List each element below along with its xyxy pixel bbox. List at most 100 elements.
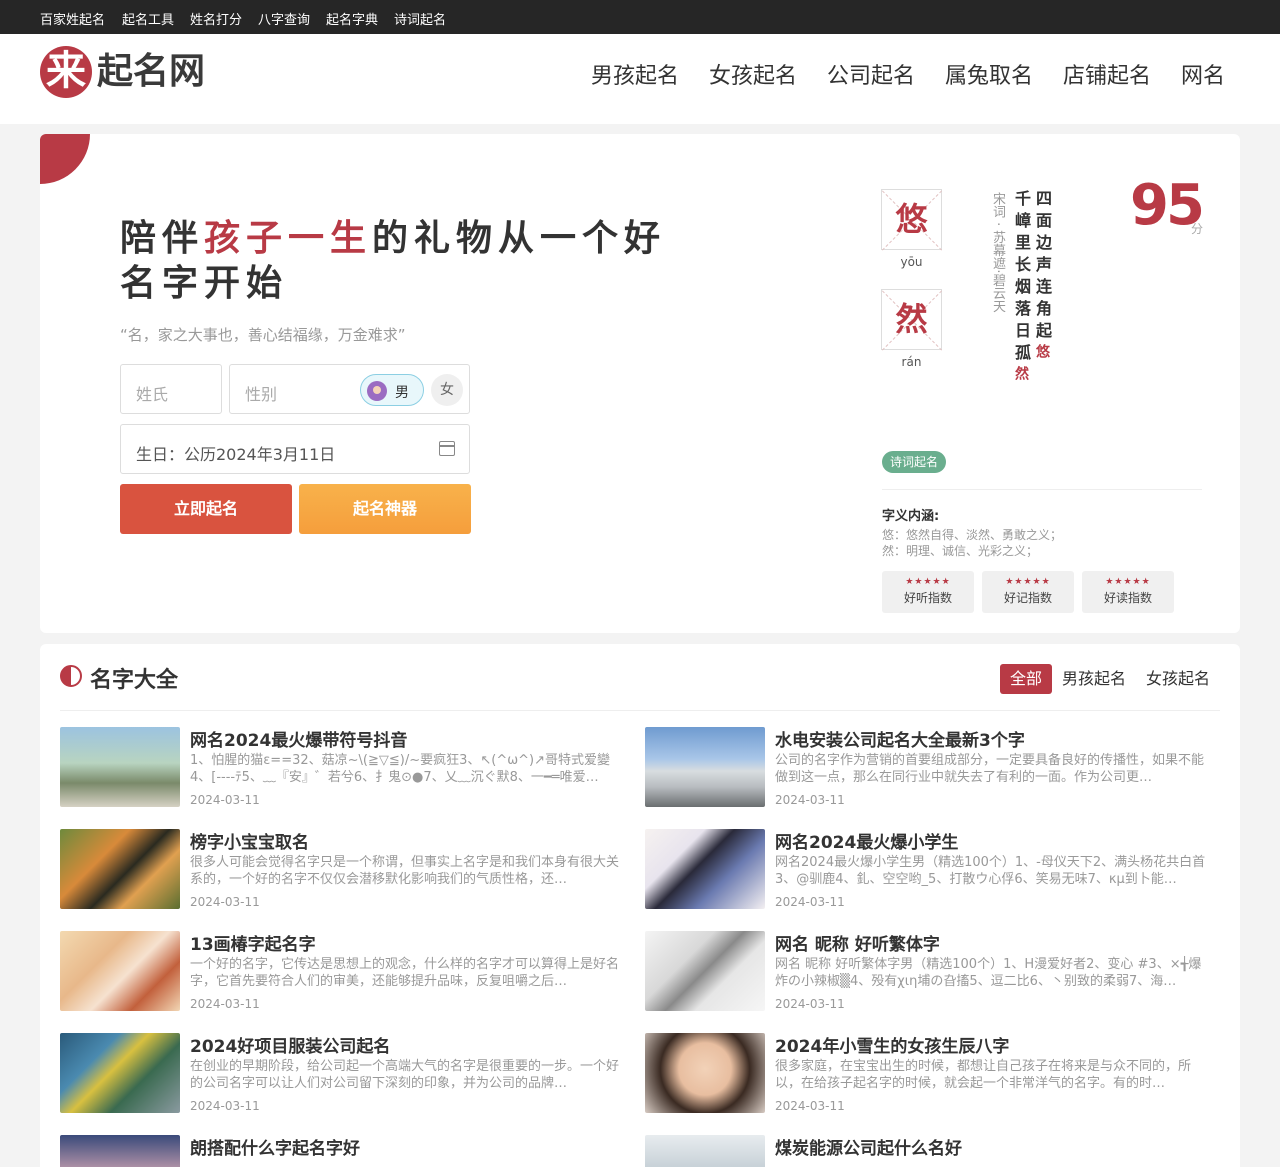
list-item[interactable]: 朗搭配什么字起名字好 xyxy=(60,1135,630,1167)
yin-yang-icon xyxy=(60,665,82,687)
surname-placeholder: 姓氏 xyxy=(136,385,169,404)
poem-author: 宋词 · 苏幕遮·碧云天 xyxy=(990,192,1005,313)
article-date: 2024-03-11 xyxy=(775,793,845,807)
nav-girl-naming[interactable]: 女孩起名 xyxy=(709,66,797,88)
index-badge: ★★★★★ 好记指数 xyxy=(982,571,1074,613)
top-link-naming-tools[interactable]: 起名工具 xyxy=(122,9,174,28)
tab-girl[interactable]: 女孩起名 xyxy=(1146,664,1210,694)
article-summary: 很多家庭，在宝宝出生的时候，都想让自己孩子在将来是与众不同的，所以，在给孩子起名… xyxy=(775,1059,1192,1091)
top-link-surname-naming[interactable]: 百家姓起名 xyxy=(40,9,105,28)
article-thumbnail[interactable] xyxy=(645,1033,765,1113)
list-item[interactable]: 2024年小雪生的女孩生辰八字 很多家庭，在宝宝出生的时候，都想让自己孩子在将来… xyxy=(645,1033,1215,1113)
article-title[interactable]: 网名 昵称 好听繁体字 xyxy=(775,930,1215,955)
poem-line: 千嶂里长烟落日孤然 xyxy=(1012,190,1031,386)
article-summary: 很多人可能会觉得名字只是一个称谓，但事实上名字是和我们本身有很大关系的，一个好的… xyxy=(190,855,620,887)
article-date: 2024-03-11 xyxy=(190,793,260,807)
name-pinyin: yōu xyxy=(900,255,923,269)
male-label: 男 xyxy=(395,385,409,401)
names-section: 名字大全 全部 男孩起名 女孩起名 网名2024最火爆带符号抖音 1、怕腥的猫ε… xyxy=(40,644,1240,1167)
star-rating: ★★★★★ xyxy=(1105,577,1151,587)
article-date: 2024-03-11 xyxy=(775,895,845,909)
article-thumbnail[interactable] xyxy=(645,829,765,909)
nav-company-naming[interactable]: 公司起名 xyxy=(827,66,915,88)
poetry-naming-tag[interactable]: 诗词起名 xyxy=(882,451,947,473)
divider xyxy=(60,710,1220,711)
list-item[interactable]: 网名 昵称 好听繁体字 网名 昵称 好听繁体字男（精选100个）1、H漫爱好者2… xyxy=(645,931,1215,1011)
top-bar: 百家姓起名 起名工具 姓名打分 八字查询 起名字典 诗词起名 xyxy=(0,0,1280,34)
article-title[interactable]: 水电安装公司起名大全最新3个字 xyxy=(775,726,1215,751)
name-char-box: 悠 xyxy=(881,189,942,250)
name-pinyin: rán xyxy=(901,355,922,369)
star-rating: ★★★★★ xyxy=(1005,577,1051,587)
article-thumbnail[interactable] xyxy=(60,829,180,909)
article-title[interactable]: 煤炭能源公司起什么名好 xyxy=(775,1134,1215,1159)
article-title[interactable]: 网名2024最火爆小学生 xyxy=(775,828,1215,853)
article-title[interactable]: 2024年小雪生的女孩生辰八字 xyxy=(775,1032,1215,1057)
name-char-box: 然 xyxy=(881,289,942,350)
gender-placeholder: 性别 xyxy=(245,385,278,404)
star-rating: ★★★★★ xyxy=(905,577,951,587)
surname-input[interactable]: 姓氏 xyxy=(120,364,222,414)
article-title[interactable]: 2024好项目服装公司起名 xyxy=(190,1032,630,1057)
divider xyxy=(882,489,1202,490)
hero-title: 陪伴孩子一生的礼物从一个好名字开始 xyxy=(120,218,667,304)
article-thumbnail[interactable] xyxy=(60,931,180,1011)
top-link-bazi[interactable]: 八字查询 xyxy=(258,9,310,28)
index-badge: ★★★★★ 好听指数 xyxy=(882,571,974,613)
article-date: 2024-03-11 xyxy=(190,997,260,1011)
list-item[interactable]: 网名2024最火爆小学生 网名2024最火爆小学生男（精选100个）1、-母仪天… xyxy=(645,829,1215,909)
nav-boy-naming[interactable]: 男孩起名 xyxy=(591,66,679,88)
tab-boy[interactable]: 男孩起名 xyxy=(1062,664,1126,694)
male-avatar-icon xyxy=(367,381,387,401)
meaning-title: 字义内涵: xyxy=(882,509,940,524)
gender-field: 性别 男 女 xyxy=(229,364,470,414)
article-title[interactable]: 榜字小宝宝取名 xyxy=(190,828,630,853)
logo-text[interactable]: 起名网 xyxy=(97,54,205,90)
top-link-poetry-naming[interactable]: 诗词起名 xyxy=(394,9,446,28)
article-summary: 在创业的早期阶段，给公司起一个高端大气的名字是很重要的一步。一个好的公司名字可以… xyxy=(190,1059,620,1091)
article-date: 2024-03-11 xyxy=(190,1099,260,1113)
article-thumbnail[interactable] xyxy=(645,931,765,1011)
article-summary: 一个好的名字，它传达是思想上的观念，什么样的名字才可以算得上是好名字，它首先要符… xyxy=(190,957,620,989)
article-date: 2024-03-11 xyxy=(775,997,845,1011)
gender-male-option[interactable]: 男 xyxy=(360,374,424,406)
article-thumbnail[interactable] xyxy=(60,1135,180,1167)
article-summary: 公司的名字作为营销的首要组成部分，一定要具备良好的传播性，如果不能做到这一点，那… xyxy=(775,753,1205,785)
tab-all[interactable]: 全部 xyxy=(1000,664,1053,694)
top-link-dictionary[interactable]: 起名字典 xyxy=(326,9,378,28)
nav-rabbit-naming[interactable]: 属兔取名 xyxy=(945,66,1033,88)
article-thumbnail[interactable] xyxy=(60,727,180,807)
list-item[interactable]: 水电安装公司起名大全最新3个字 公司的名字作为营销的首要组成部分，一定要具备良好… xyxy=(645,727,1215,807)
list-item[interactable]: 13画椿字起名字 一个好的名字，它传达是思想上的观念，什么样的名字才可以算得上是… xyxy=(60,931,630,1011)
gender-female-option[interactable]: 女 xyxy=(431,374,463,406)
nav-net-name[interactable]: 网名 xyxy=(1181,66,1225,88)
article-thumbnail[interactable] xyxy=(645,1135,765,1167)
article-date: 2024-03-11 xyxy=(775,1099,845,1113)
list-item[interactable]: 2024好项目服装公司起名 在创业的早期阶段，给公司起一个高端大气的名字是很重要… xyxy=(60,1033,630,1113)
list-item[interactable]: 煤炭能源公司起什么名好 xyxy=(645,1135,1215,1167)
article-summary: 网名2024最火爆小学生男（精选100个）1、-母仪天下2、满头杨花共白首3、@… xyxy=(775,855,1206,887)
article-thumbnail[interactable] xyxy=(645,727,765,807)
article-title[interactable]: 网名2024最火爆带符号抖音 xyxy=(190,726,630,751)
article-title[interactable]: 13画椿字起名字 xyxy=(190,930,630,955)
nav-shop-naming[interactable]: 店铺起名 xyxy=(1063,66,1151,88)
calendar-icon[interactable] xyxy=(439,441,455,456)
hero-title-highlight: 孩子一生 xyxy=(204,218,373,259)
article-title[interactable]: 朗搭配什么字起名字好 xyxy=(190,1134,630,1159)
name-char: 然 xyxy=(895,300,928,338)
list-item[interactable]: 榜字小宝宝取名 很多人可能会觉得名字只是一个称谓，但事实上名字是和我们本身有很大… xyxy=(60,829,630,909)
score-unit: 分 xyxy=(1191,222,1204,236)
top-link-name-score[interactable]: 姓名打分 xyxy=(190,9,242,28)
meaning-line: 然：明理、诚信、光彩之义； xyxy=(882,544,1039,558)
index-badge: ★★★★★ 好读指数 xyxy=(1082,571,1174,613)
naming-tool-button[interactable]: 起名神器 xyxy=(299,484,471,534)
start-naming-button[interactable]: 立即起名 xyxy=(120,484,292,534)
article-thumbnail[interactable] xyxy=(60,1033,180,1113)
logo-icon[interactable]: 来 xyxy=(40,46,92,98)
section-title: 名字大全 xyxy=(90,668,179,693)
name-char: 悠 xyxy=(895,200,928,238)
list-item[interactable]: 网名2024最火爆带符号抖音 1、怕腥的猫ε==32、菇凉~\(≧▽≦)/~要疯… xyxy=(60,727,630,807)
birthday-field[interactable]: 生日：公历2024年3月11日 xyxy=(120,424,470,474)
birthday-value: 生日：公历2024年3月11日 xyxy=(136,445,336,464)
meaning-line: 悠：悠然自得、淡然、勇敢之义； xyxy=(882,528,1063,542)
